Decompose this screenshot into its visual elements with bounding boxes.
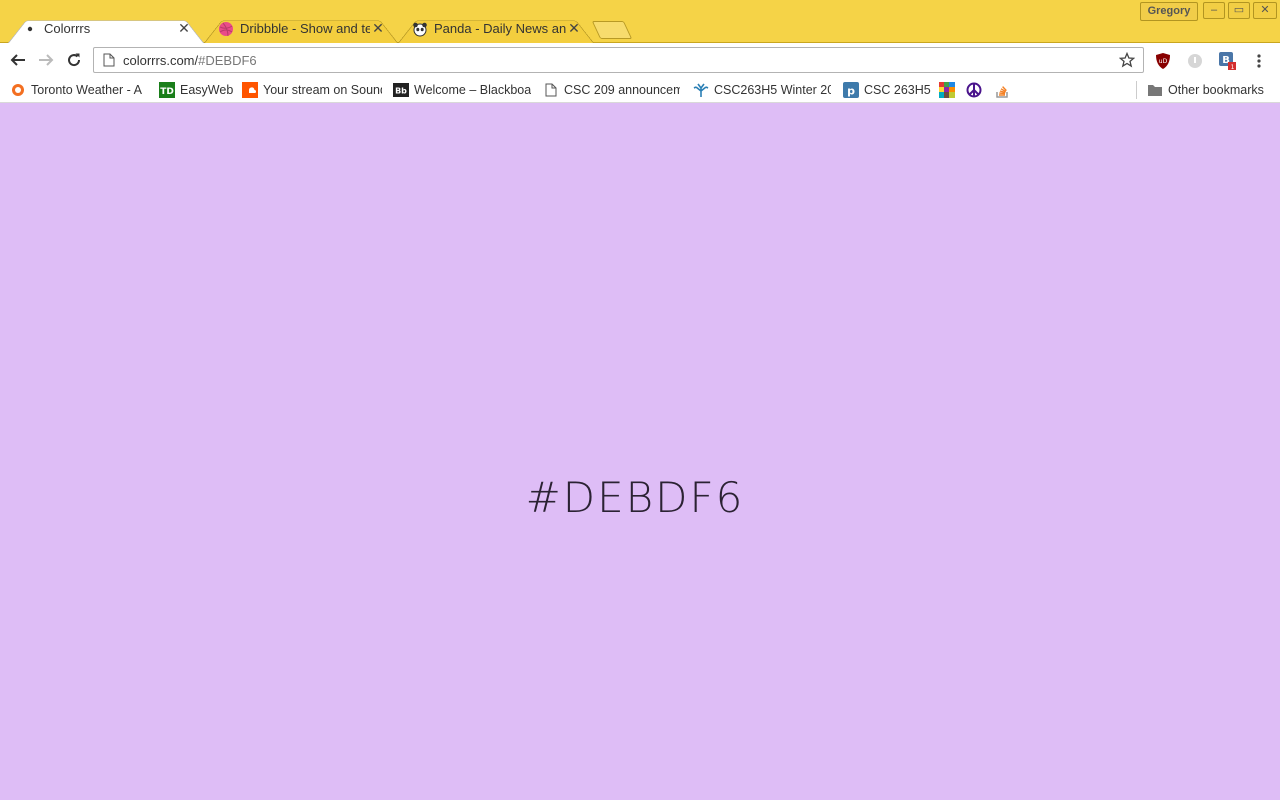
dot-icon bbox=[22, 21, 38, 37]
tab-strip: Colorrrs ✕ Dribbble - Show and tell ✕ Pa… bbox=[0, 0, 1280, 43]
page-info-icon[interactable] bbox=[103, 53, 115, 67]
stackoverflow-icon bbox=[994, 82, 1010, 98]
folder-icon bbox=[1147, 82, 1163, 98]
close-window-icon[interactable]: ✕ bbox=[1253, 2, 1277, 19]
profile-button[interactable]: Gregory bbox=[1140, 2, 1198, 21]
extension-icon[interactable] bbox=[1186, 52, 1204, 70]
bookmark-stackoverflow[interactable] bbox=[994, 81, 1012, 99]
bookmark-toronto-weather[interactable]: Toronto Weather - A bbox=[10, 81, 146, 99]
bookmark-star-icon[interactable] bbox=[1117, 52, 1137, 68]
close-tab-icon[interactable]: ✕ bbox=[370, 20, 386, 37]
maximize-icon[interactable]: ▭ bbox=[1228, 2, 1250, 19]
tab-title: Colorrrs bbox=[44, 21, 91, 36]
svg-text:1: 1 bbox=[1231, 64, 1235, 71]
new-tab-button[interactable] bbox=[591, 21, 633, 39]
page-icon bbox=[543, 82, 559, 98]
back-arrow-icon[interactable] bbox=[9, 51, 27, 69]
weather-sun-icon bbox=[10, 82, 26, 98]
address-bar[interactable]: colorrrs.com/#DEBDF6 bbox=[93, 47, 1144, 73]
bookmark-csc209[interactable]: CSC 209 announcem bbox=[543, 81, 680, 99]
peace-icon bbox=[966, 82, 982, 98]
bookmarks-divider bbox=[1136, 81, 1137, 99]
svg-text:uD: uD bbox=[1159, 58, 1168, 65]
svg-text:p: p bbox=[847, 85, 855, 98]
other-bookmarks-folder[interactable]: Other bookmarks bbox=[1147, 81, 1267, 99]
bookmark-blackboard[interactable]: Bb Welcome – Blackboa bbox=[393, 81, 531, 99]
blackboard-icon: Bb bbox=[393, 82, 409, 98]
mosaic-icon bbox=[939, 82, 955, 98]
ublock-icon[interactable]: uD bbox=[1154, 52, 1172, 70]
b-extension-icon[interactable]: B1 bbox=[1218, 52, 1236, 71]
reload-icon[interactable] bbox=[65, 51, 83, 69]
bookmark-easyweb[interactable]: TD EasyWeb bbox=[159, 81, 234, 99]
soundcloud-icon bbox=[242, 82, 258, 98]
bookmark-soundcloud[interactable]: Your stream on Sound bbox=[242, 81, 382, 99]
piazza-icon: p bbox=[843, 82, 859, 98]
menu-kebab-icon[interactable] bbox=[1250, 52, 1268, 70]
tree-icon bbox=[693, 82, 709, 98]
hex-color-code: #DEBDF6 bbox=[525, 473, 745, 522]
tab-title: Panda - Daily News and bbox=[434, 21, 566, 36]
forward-arrow-icon[interactable] bbox=[37, 51, 55, 69]
panda-icon bbox=[412, 21, 428, 37]
dribbble-icon bbox=[218, 21, 234, 37]
bookmark-csc263[interactable]: p CSC 263H5 bbox=[843, 81, 931, 99]
tab-title: Dribbble - Show and tell bbox=[240, 21, 370, 36]
tab-dribbble[interactable]: Dribbble - Show and tell ✕ bbox=[204, 14, 398, 43]
close-tab-icon[interactable]: ✕ bbox=[176, 20, 192, 37]
svg-text:Bb: Bb bbox=[395, 87, 407, 96]
toolbar: colorrrs.com/#DEBDF6 uD B1 bbox=[0, 43, 1280, 77]
bookmark-mosaic[interactable] bbox=[939, 81, 957, 99]
td-bank-icon: TD bbox=[159, 82, 175, 98]
bookmark-peace[interactable] bbox=[966, 81, 984, 99]
tab-panda[interactable]: Panda - Daily News and ✕ bbox=[398, 14, 594, 43]
bookmarks-bar: Toronto Weather - A TD EasyWeb Your stre… bbox=[0, 77, 1280, 103]
bookmark-csc263-winter[interactable]: CSC263H5 Winter 20 bbox=[693, 81, 831, 99]
minimize-icon[interactable]: – bbox=[1203, 2, 1225, 19]
url-text[interactable]: colorrrs.com/#DEBDF6 bbox=[123, 53, 1117, 68]
close-tab-icon[interactable]: ✕ bbox=[566, 20, 582, 37]
color-page: #DEBDF6 bbox=[0, 103, 1280, 800]
svg-text:TD: TD bbox=[160, 87, 174, 97]
tab-colorrrs[interactable]: Colorrrs ✕ bbox=[8, 14, 204, 43]
